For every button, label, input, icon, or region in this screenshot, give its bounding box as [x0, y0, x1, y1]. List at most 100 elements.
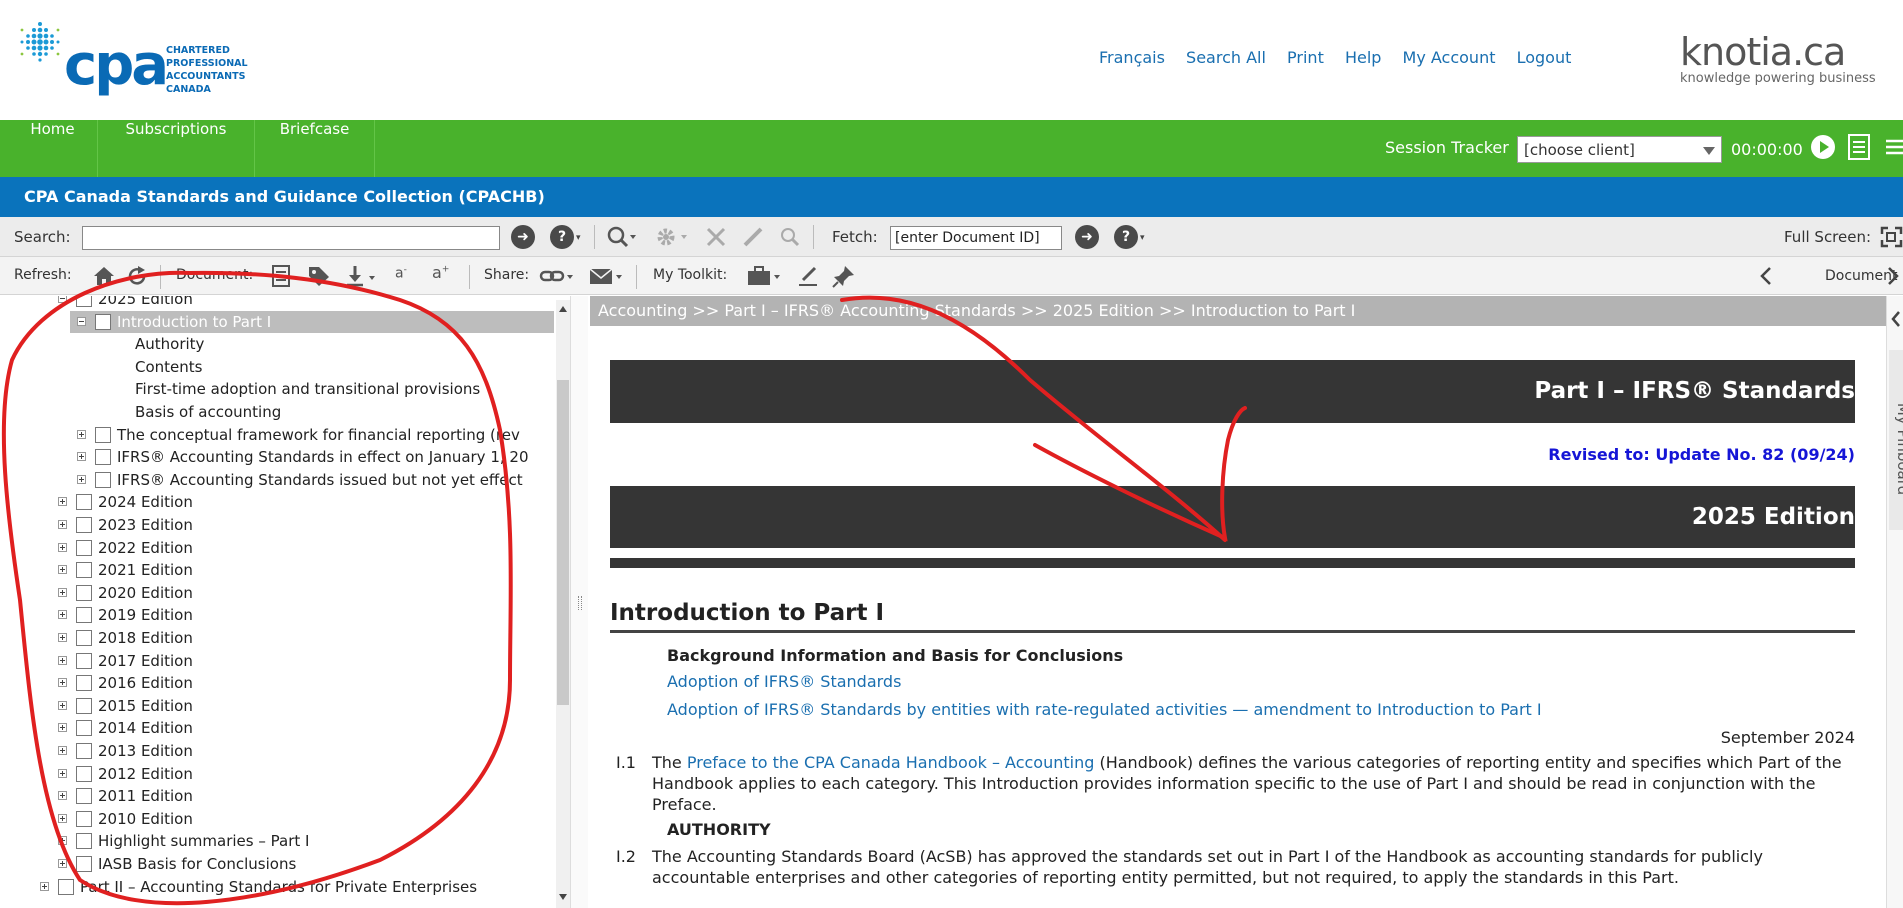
- tree-item[interactable]: Basis of accounting: [0, 401, 555, 423]
- tree-item[interactable]: 2018 Edition: [0, 627, 555, 649]
- tree-item[interactable]: First-time adoption and transitional pro…: [0, 378, 555, 400]
- expand-icon[interactable]: [77, 452, 86, 462]
- tree-checkbox[interactable]: [76, 562, 92, 579]
- search-help-icon[interactable]: ?: [550, 225, 574, 249]
- scroll-thumb[interactable]: [557, 380, 569, 705]
- tree-item[interactable]: 2013 Edition: [0, 740, 555, 762]
- tree-checkbox[interactable]: [95, 471, 111, 488]
- tree-checkbox[interactable]: [76, 630, 92, 646]
- tree-item[interactable]: 2021 Edition: [0, 559, 555, 581]
- expand-icon[interactable]: [58, 859, 67, 868]
- tree-item[interactable]: 2015 Edition: [0, 695, 555, 717]
- email-icon[interactable]: [588, 265, 624, 287]
- expand-icon[interactable]: [77, 429, 86, 439]
- close-icon[interactable]: [705, 226, 727, 248]
- chevron-left-icon[interactable]: [1759, 266, 1773, 286]
- tree-item[interactable]: Highlight summaries – Part I: [0, 830, 555, 852]
- expand-icon[interactable]: [58, 768, 67, 778]
- tree-item[interactable]: 2022 Edition: [0, 537, 555, 559]
- tree-checkbox[interactable]: [76, 652, 92, 669]
- tree-item[interactable]: 2025 Edition: [0, 296, 555, 310]
- tree-checkbox[interactable]: [76, 296, 92, 307]
- expand-icon[interactable]: [58, 791, 67, 801]
- client-select[interactable]: [choose client]: [1517, 136, 1722, 163]
- tree-item[interactable]: 2016 Edition: [0, 672, 555, 694]
- sign-edit-icon[interactable]: [797, 264, 819, 288]
- chevron-right-icon[interactable]: [1886, 266, 1900, 286]
- nav-subscriptions[interactable]: Subscriptions: [98, 120, 255, 177]
- gear-icon[interactable]: [654, 225, 688, 249]
- tree-item[interactable]: IFRS® Accounting Standards in effect on …: [0, 446, 555, 468]
- expand-icon[interactable]: [58, 565, 67, 575]
- tree-checkbox[interactable]: [76, 607, 92, 624]
- tree-checkbox[interactable]: [76, 720, 92, 737]
- cpa-logo[interactable]: cpa CHARTERED PROFESSIONAL ACCOUNTANTS C…: [18, 18, 258, 98]
- link-print[interactable]: Print: [1287, 48, 1324, 67]
- tree-checkbox[interactable]: [76, 584, 92, 601]
- tree-item[interactable]: IFRS® Accounting Standards issued but no…: [0, 469, 555, 491]
- document-icon[interactable]: [271, 264, 291, 288]
- link-adoption-ifrs[interactable]: Adoption of IFRS® Standards: [667, 672, 901, 691]
- tree-checkbox[interactable]: [76, 494, 92, 511]
- chevron-down-icon[interactable]: ▾: [576, 233, 581, 243]
- tree-item[interactable]: 2020 Edition: [0, 582, 555, 604]
- chevron-left-icon[interactable]: [1890, 310, 1902, 328]
- tree-item[interactable]: IASB Basis for Conclusions: [0, 853, 555, 875]
- tree-item[interactable]: 2010 Edition: [0, 808, 555, 830]
- link-francais[interactable]: Français: [1099, 48, 1165, 67]
- tree-checkbox[interactable]: [76, 743, 92, 759]
- link-search-all[interactable]: Search All: [1186, 48, 1266, 67]
- menu-icon[interactable]: [1884, 134, 1903, 160]
- tree-checkbox[interactable]: [95, 449, 111, 466]
- tree-item[interactable]: 2023 Edition: [0, 514, 555, 536]
- tree-item[interactable]: 2011 Edition: [0, 785, 555, 807]
- expand-icon[interactable]: [58, 497, 67, 507]
- expand-icon[interactable]: [58, 587, 67, 597]
- expand-icon[interactable]: [58, 655, 67, 665]
- expand-icon[interactable]: [58, 746, 67, 755]
- decrease-font-icon[interactable]: a-: [395, 265, 407, 282]
- tree-checkbox[interactable]: [76, 810, 92, 827]
- tree-checkbox[interactable]: [76, 765, 92, 782]
- tree-checkbox[interactable]: [95, 313, 111, 330]
- link-logout[interactable]: Logout: [1517, 48, 1572, 67]
- link-preface[interactable]: Preface to the CPA Canada Handbook – Acc…: [687, 753, 1095, 772]
- fullscreen-icon[interactable]: [1880, 226, 1903, 248]
- briefcase-icon[interactable]: [746, 265, 782, 287]
- tree-item[interactable]: Part II – Accounting Standards for Priva…: [0, 876, 555, 898]
- expand-icon[interactable]: [58, 836, 67, 846]
- expand-icon[interactable]: [58, 723, 67, 733]
- zoom-icon[interactable]: [779, 226, 801, 248]
- collapse-icon[interactable]: [58, 296, 67, 303]
- tree-item[interactable]: 2019 Edition: [0, 604, 555, 626]
- scroll-down-icon[interactable]: [559, 894, 567, 900]
- fetch-go-icon[interactable]: ➜: [1075, 225, 1099, 249]
- pane-splitter[interactable]: [570, 296, 588, 908]
- search-go-icon[interactable]: ➜: [511, 225, 535, 249]
- search-input[interactable]: [82, 226, 500, 250]
- tag-icon[interactable]: [307, 265, 331, 287]
- chevron-down-icon[interactable]: ▾: [1140, 233, 1145, 243]
- tree-item[interactable]: 2024 Edition: [0, 491, 555, 513]
- increase-font-icon[interactable]: a+: [432, 263, 449, 282]
- tree-item[interactable]: Authority: [0, 333, 555, 355]
- refresh-icon[interactable]: [126, 265, 148, 287]
- tree-checkbox[interactable]: [95, 426, 111, 443]
- tree-item[interactable]: The conceptual framework for financial r…: [0, 424, 555, 446]
- expand-icon[interactable]: [58, 520, 67, 529]
- expand-icon[interactable]: [58, 700, 67, 710]
- link-adoption-rate-regulated[interactable]: Adoption of IFRS® Standards by entities …: [667, 700, 1542, 719]
- pencil-icon[interactable]: [741, 226, 765, 248]
- tree-item[interactable]: 2014 Edition: [0, 717, 555, 739]
- fetch-help-icon[interactable]: ?: [1114, 225, 1138, 249]
- expand-icon[interactable]: [58, 542, 67, 552]
- scroll-up-icon[interactable]: [559, 306, 567, 312]
- tree-item[interactable]: Contents: [0, 356, 555, 378]
- tree-item[interactable]: 2017 Edition: [0, 650, 555, 672]
- tree-item-selected[interactable]: Introduction to Part I: [70, 310, 554, 333]
- download-icon[interactable]: [345, 264, 379, 288]
- expand-icon[interactable]: [58, 633, 67, 642]
- expand-icon[interactable]: [40, 881, 49, 891]
- tree-checkbox[interactable]: [76, 856, 92, 872]
- breadcrumb[interactable]: Accounting >> Part I – IFRS® Accounting …: [590, 296, 1886, 326]
